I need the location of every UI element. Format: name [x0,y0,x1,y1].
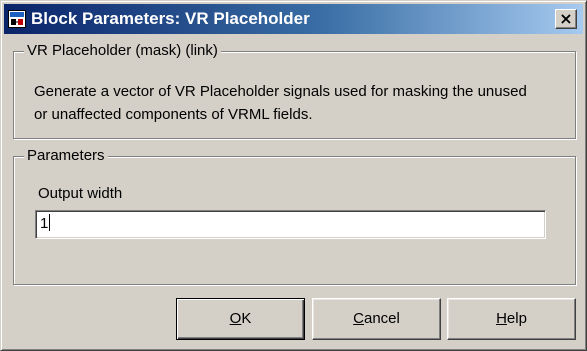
cancel-button[interactable]: Cancel [312,298,441,340]
title-bar[interactable]: Block Parameters: VR Placeholder × [4,4,583,34]
output-width-value: 1 [40,215,49,232]
window-title: Block Parameters: VR Placeholder [31,9,310,28]
output-width-field[interactable]: 1 [35,210,546,239]
ok-label: K [241,310,252,327]
help-button[interactable]: Help [447,298,576,340]
simulink-block-icon [8,10,26,28]
ok-mnemonic: O [229,310,242,327]
text-caret [49,214,51,231]
parameters-group: Parameters Output width 1 [13,147,576,285]
close-button[interactable]: × [555,9,577,29]
block-parameters-dialog: Block Parameters: VR Placeholder × VR Pl… [0,0,587,351]
cancel-label: ancel [363,310,400,327]
ok-button[interactable]: OK [176,298,305,340]
output-width-label: Output width [38,185,123,202]
close-icon: × [559,9,573,28]
help-mnemonic: H [496,310,507,327]
help-label: elp [506,310,527,327]
mask-group-legend: VR Placeholder (mask) (link) [24,42,221,60]
mask-description-group: VR Placeholder (mask) (link) Generate a … [13,42,576,139]
cancel-mnemonic: C [353,310,364,327]
mask-description: Generate a vector of VR Placeholder sign… [34,83,527,123]
parameters-group-legend: Parameters [24,147,108,165]
